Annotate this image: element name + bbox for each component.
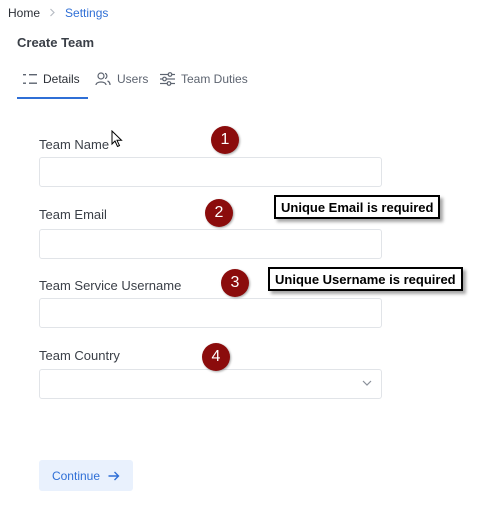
continue-label: Continue	[51, 468, 101, 483]
list-icon	[23, 74, 37, 84]
team-name-label: Team Name	[39, 137, 110, 152]
breadcrumb-separator-icon	[49, 6, 56, 20]
tab-bar: Details Users Team Duties	[17, 66, 487, 100]
mouse-cursor-icon	[111, 130, 123, 148]
tab-team-duties-label: Team Duties	[181, 72, 248, 86]
unique-username-callout: Unique Username is required	[268, 267, 463, 291]
page-title: Create Team	[17, 35, 95, 50]
team-email-label: Team Email	[39, 207, 107, 222]
chevron-down-icon	[362, 380, 372, 386]
annotation-marker-3: 3	[221, 269, 249, 297]
breadcrumb-settings-link[interactable]: Settings	[65, 6, 108, 20]
sliders-icon	[160, 72, 175, 86]
breadcrumb-home-link[interactable]: Home	[8, 6, 40, 20]
team-service-username-input[interactable]	[39, 298, 382, 328]
tab-users-label: Users	[117, 72, 149, 86]
team-country-label: Team Country	[39, 348, 120, 363]
tab-details-label: Details	[43, 72, 80, 86]
arrow-right-icon	[108, 471, 120, 480]
breadcrumb: Home Settings	[8, 6, 108, 20]
team-service-username-label: Team Service Username	[39, 278, 182, 293]
tab-users[interactable]: Users	[95, 72, 148, 86]
tab-details[interactable]: Details	[23, 72, 80, 86]
team-country-select[interactable]	[39, 369, 382, 399]
team-name-input[interactable]	[39, 157, 382, 187]
active-tab-indicator	[17, 97, 88, 99]
annotation-marker-2: 2	[205, 199, 233, 227]
team-email-input[interactable]	[39, 229, 382, 259]
continue-button[interactable]: Continue	[39, 460, 133, 491]
annotation-marker-1: 1	[211, 126, 239, 154]
tab-team-duties[interactable]: Team Duties	[160, 72, 248, 86]
annotation-marker-4: 4	[202, 343, 230, 371]
unique-email-callout: Unique Email is required	[274, 195, 441, 219]
users-icon	[95, 72, 111, 86]
